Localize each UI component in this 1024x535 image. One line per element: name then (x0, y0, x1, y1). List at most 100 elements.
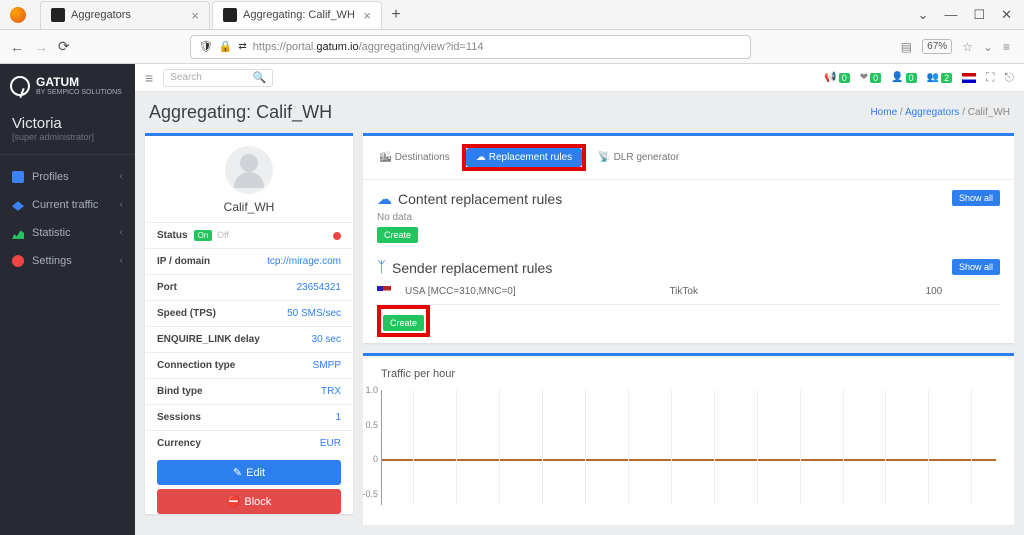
user-role: [super administrator] (12, 132, 123, 142)
url-prefix: https://portal. (253, 41, 317, 53)
close-window-icon[interactable]: ✕ (1001, 7, 1012, 23)
content-rules-title: ☁Content replacement rules (377, 190, 952, 208)
edit-button[interactable]: ✎Edit (157, 460, 341, 485)
logout-icon[interactable]: ⎋ (1005, 70, 1015, 85)
reload-button[interactable]: ⟳ (58, 38, 70, 55)
avatar (225, 146, 273, 194)
chevron-left-icon: ‹ (120, 255, 123, 266)
back-button[interactable]: ← (10, 39, 24, 55)
sidebar-item-profiles[interactable]: Profiles ‹ (0, 163, 135, 191)
status-on-badge[interactable]: On (194, 230, 213, 241)
fullscreen-icon[interactable]: ⛶ (986, 70, 994, 85)
row-ip: IP / domaintcp://mirage.com (145, 248, 353, 274)
sidebar-item-statistic[interactable]: Statistic ‹ (0, 219, 135, 247)
brand-name: GATUM (36, 76, 122, 89)
row-sender: TikTok (669, 286, 867, 298)
tab-destinations[interactable]: 🏙Destinations (373, 149, 456, 166)
ytick: 0 (363, 454, 378, 464)
brand-sub: BY SEMPICO SOLUTIONS (36, 89, 122, 97)
chart-title: Traffic per hour (381, 368, 996, 380)
sender-rules-title: ᛉSender replacement rules (377, 259, 952, 276)
tab-replacement-rules[interactable]: ☁Replacement rules (466, 148, 582, 167)
sender-create-button[interactable]: Create (383, 315, 424, 331)
profiles-icon (12, 171, 24, 183)
chevron-left-icon: ‹ (120, 199, 123, 210)
search-input[interactable]: Search 🔍 (163, 69, 273, 87)
us-flag-icon (377, 286, 391, 295)
sender-showall-button[interactable]: Show all (952, 259, 1000, 275)
row-currency: CurrencyEUR (145, 430, 353, 456)
maximize-icon[interactable]: ☐ (973, 7, 985, 23)
close-tab-icon[interactable]: × (363, 8, 371, 23)
sidebar-user: Victoria [super administrator] (0, 109, 135, 155)
tab-dlr-generator[interactable]: 📡DLR generator (592, 149, 685, 166)
brand-logo-icon (10, 76, 30, 96)
browser-tab-aggregating[interactable]: Aggregating: Calif_WH × (212, 1, 382, 29)
block-button[interactable]: ⛔Block (157, 489, 341, 514)
new-tab-button[interactable]: + (384, 3, 408, 27)
shield-icon[interactable]: 🛡 (199, 40, 213, 53)
profile-name: Calif_WH (157, 200, 341, 214)
favicon-icon (51, 8, 65, 22)
nav-label: Statistic (32, 227, 71, 239)
row-connection: Connection typeSMPP (145, 352, 353, 378)
sidebar-item-settings[interactable]: Settings ‹ (0, 247, 135, 275)
destinations-icon: 🏙 (379, 152, 392, 163)
chevron-down-icon[interactable]: ⌄ (918, 7, 929, 23)
topbar-badge-1[interactable]: 📢0 (824, 72, 849, 83)
toggle-icon[interactable]: ⇄ (238, 41, 246, 52)
minimize-icon[interactable]: — (944, 7, 957, 23)
content-rules-nodata: No data (377, 212, 1000, 223)
hamburger-icon[interactable]: ≡ (145, 70, 153, 86)
close-tab-icon[interactable]: × (191, 8, 199, 23)
sender-rule-row[interactable]: USA [MCC=310,MNC=0] TikTok 100 (377, 280, 1000, 305)
row-number: 100 (868, 286, 1000, 298)
zoom-level[interactable]: 67% (922, 39, 952, 54)
breadcrumb-aggregators[interactable]: Aggregators (905, 107, 959, 118)
ytick: -0.5 (363, 489, 378, 499)
traffic-chart: 1.0 0.5 0 -0.5 (381, 390, 996, 505)
lock-icon[interactable]: 🔒 (219, 40, 233, 53)
topbar-badge-2[interactable]: ❤0 (860, 72, 881, 83)
row-sessions: Sessions1 (145, 404, 353, 430)
url-path: /aggregating/view?id=114 (359, 41, 484, 53)
row-port: Port23654321 (145, 274, 353, 300)
user-name: Victoria (12, 115, 123, 132)
browser-tab-aggregators[interactable]: Aggregators × (40, 1, 210, 29)
topbar: ≡ Search 🔍 📢0 ❤0 👤0 👥2 ⛶ ⎋ (135, 64, 1024, 92)
row-status: Status On Off (145, 222, 353, 248)
reader-icon[interactable]: ▤ (901, 40, 912, 54)
row-enquire: ENQUIRE_LINK delay30 sec (145, 326, 353, 352)
nav-label: Settings (32, 255, 72, 267)
favicon-icon (223, 8, 237, 22)
replacement-icon: ☁ (476, 152, 486, 163)
row-bind: Bind typeTRX (145, 378, 353, 404)
sidebar-item-traffic[interactable]: Current traffic ‹ (0, 191, 135, 219)
page-title: Aggregating: Calif_WH (149, 102, 332, 123)
topbar-badge-3[interactable]: 👤0 (891, 72, 916, 83)
address-bar[interactable]: 🛡 🔒 ⇄ https://portal.gatum.io/aggregatin… (190, 35, 751, 59)
breadcrumb-current: Calif_WH (968, 107, 1010, 118)
settings-icon (12, 255, 24, 267)
cloud-icon: ☁ (377, 190, 392, 208)
bookmark-star-icon[interactable]: ☆ (962, 40, 973, 54)
pocket-icon[interactable]: ⌄ (983, 40, 993, 54)
status-dot-icon (333, 232, 341, 240)
edit-icon: ✎ (233, 466, 242, 479)
menu-icon[interactable]: ≡ (1003, 40, 1010, 54)
search-placeholder: Search (170, 72, 202, 83)
block-icon: ⛔ (227, 495, 241, 508)
topbar-badge-4[interactable]: 👥2 (927, 72, 952, 83)
chevron-left-icon: ‹ (120, 227, 123, 238)
row-country: USA [MCC=310,MNC=0] (405, 286, 669, 298)
status-off-label[interactable]: Off (217, 230, 229, 240)
content-create-button[interactable]: Create (377, 227, 418, 243)
highlight-create-button: Create (377, 305, 430, 337)
breadcrumb-home[interactable]: Home (870, 107, 897, 118)
language-flag-icon[interactable] (962, 73, 976, 83)
content-showall-button[interactable]: Show all (952, 190, 1000, 206)
tab-label: Aggregators (71, 9, 131, 21)
row-speed: Speed (TPS)50 SMS/sec (145, 300, 353, 326)
antenna-icon: ᛉ (377, 259, 386, 276)
dlr-icon: 📡 (598, 152, 610, 163)
